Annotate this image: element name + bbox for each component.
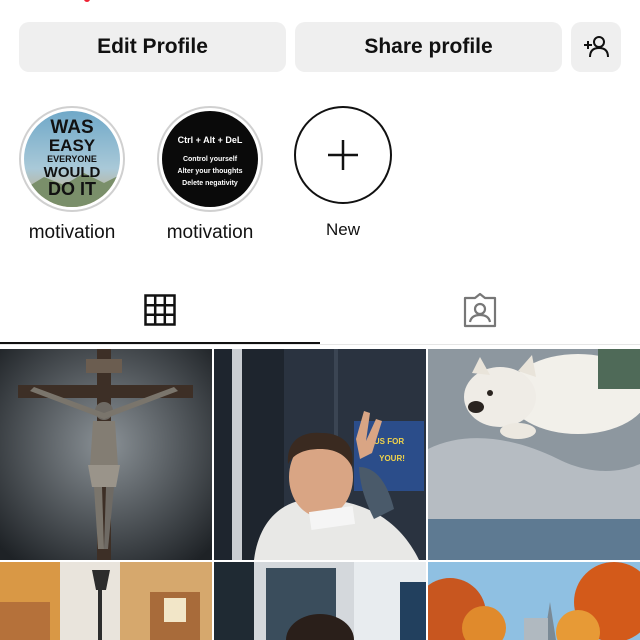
share-profile-button[interactable]: Share profile	[295, 22, 562, 72]
edit-profile-button[interactable]: Edit Profile	[19, 22, 286, 72]
tab-posts-grid[interactable]	[0, 276, 320, 344]
profile-tabs	[0, 276, 640, 346]
header-fragment	[0, 0, 640, 8]
cover-text-line: EVERYONE	[47, 154, 97, 164]
add-person-icon	[584, 36, 609, 58]
tab-tagged[interactable]	[320, 276, 640, 344]
discover-people-button[interactable]	[571, 22, 621, 72]
sign-text-line: YOUR!	[379, 454, 405, 463]
story-highlights: WAS EASY EVERYONE WOULD DO IT motivation…	[0, 106, 640, 246]
new-highlight[interactable]: New	[288, 106, 398, 240]
notification-dot	[84, 0, 90, 2]
cover-text-line: Alter your thoughts	[178, 168, 243, 175]
post-thumbnail-white-dog[interactable]	[428, 349, 640, 560]
post-thumbnail-autumn-trees[interactable]	[428, 562, 640, 640]
tabs-divider	[0, 344, 640, 345]
cover-text-line: WAS	[50, 117, 93, 138]
highlight-motivation-1[interactable]: WAS EASY EVERYONE WOULD DO IT motivation	[17, 106, 127, 244]
cover-text-line: Control yourself	[183, 156, 238, 163]
new-highlight-label: New	[325, 220, 360, 239]
posts-grid: US FOR YOUR!	[0, 349, 640, 640]
highlight-label: motivation	[166, 222, 254, 243]
post-thumbnail-crucifix[interactable]	[0, 349, 212, 560]
cover-text-line: Ctrl + Alt + DeL	[178, 135, 243, 145]
cover-text-line: DO IT	[48, 179, 96, 199]
new-highlight-ring	[294, 106, 392, 204]
sign-text-line: US FOR	[374, 437, 404, 446]
cover-text-line: EASY	[49, 136, 96, 155]
cover-text-line: Delete negativity	[182, 180, 238, 187]
highlight-cover: Ctrl + Alt + DeL Control yourself Alter …	[162, 111, 258, 207]
post-thumbnail-street-lamp[interactable]	[0, 562, 212, 640]
profile-actions: Edit Profile Share profile	[19, 22, 621, 72]
tagged-person-icon	[463, 292, 497, 328]
highlight-ring: Ctrl + Alt + DeL Control yourself Alter …	[157, 106, 263, 212]
highlight-motivation-2[interactable]: Ctrl + Alt + DeL Control yourself Alter …	[155, 106, 265, 244]
highlight-ring: WAS EASY EVERYONE WOULD DO IT	[19, 106, 125, 212]
grid-icon	[144, 294, 176, 326]
highlight-label: motivation	[28, 222, 116, 243]
highlight-cover: WAS EASY EVERYONE WOULD DO IT	[24, 111, 120, 207]
post-thumbnail-man-doorway[interactable]	[214, 562, 426, 640]
post-thumbnail-man-with-card[interactable]: US FOR YOUR!	[214, 349, 426, 560]
plus-icon	[328, 140, 358, 170]
